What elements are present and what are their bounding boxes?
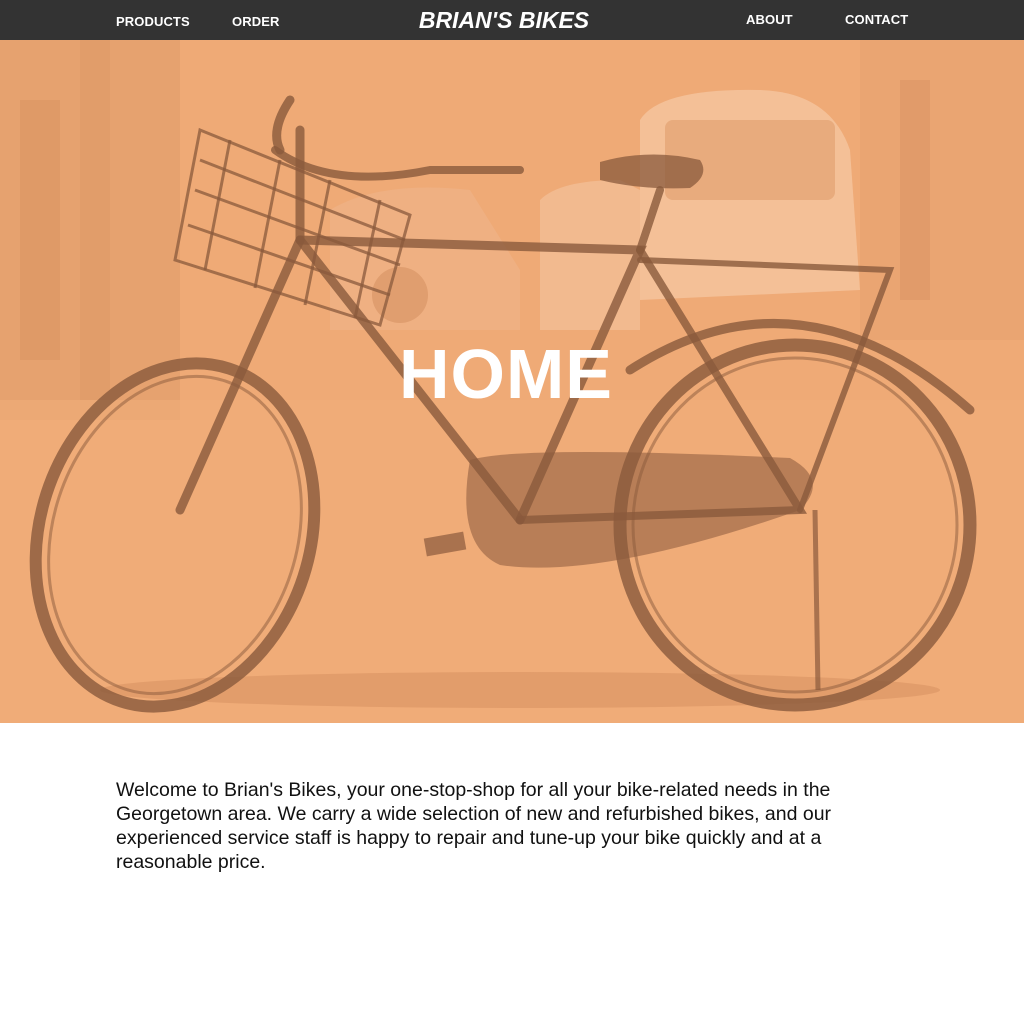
page-title: HOME [399, 335, 613, 413]
nav-contact-link[interactable]: CONTACT [845, 0, 908, 40]
nav-about-link[interactable]: ABOUT [746, 0, 793, 40]
nav-order-link[interactable]: ORDER [232, 2, 279, 42]
nav-products-link[interactable]: PRODUCTS [116, 2, 190, 42]
top-navbar: PRODUCTS ORDER BRIAN'S BIKES ABOUT CONTA… [0, 0, 1024, 40]
hero-banner: HOME [0, 40, 1024, 723]
brand-logo-link[interactable]: BRIAN'S BIKES [419, 7, 589, 33]
intro-paragraph: Welcome to Brian's Bikes, your one-stop-… [116, 779, 832, 873]
